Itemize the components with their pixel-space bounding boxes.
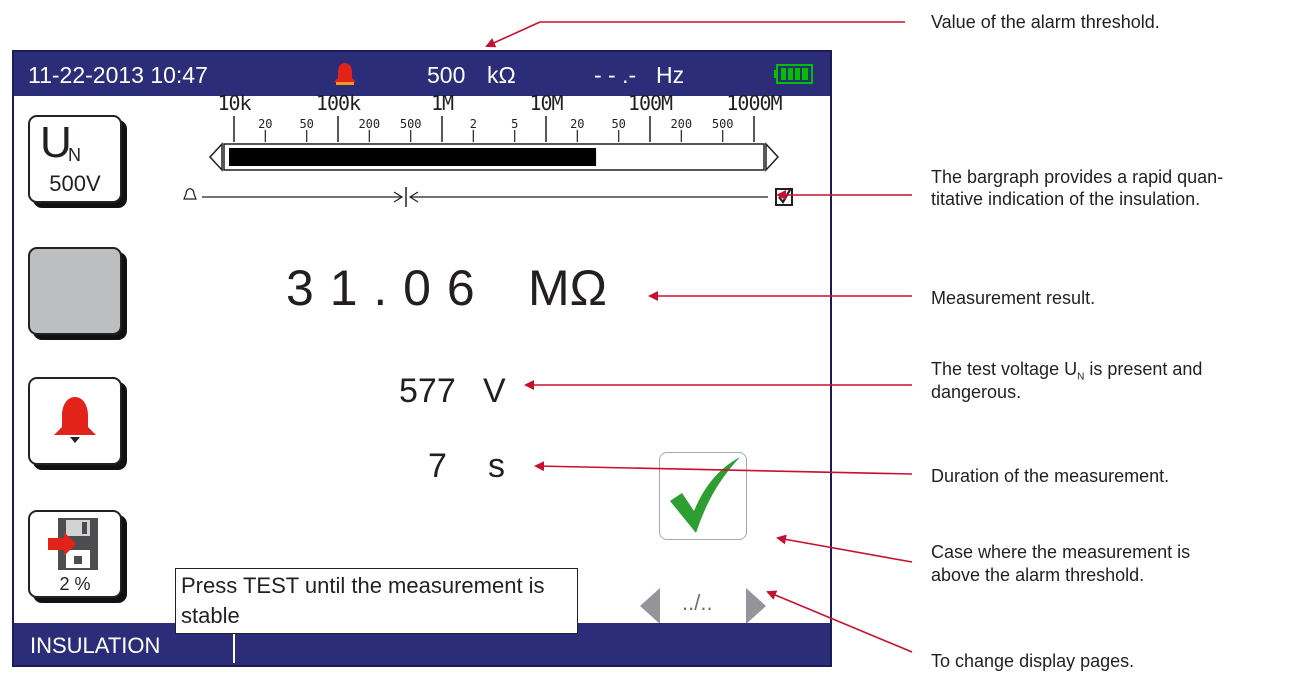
annotation-test-voltage-text-b: is present and [1084, 359, 1203, 379]
annotation-measurement-result: Measurement result. [931, 288, 1096, 308]
annotation-test-voltage-text-a: The test voltage U [931, 359, 1078, 379]
annotation-bargraph-line2: titative indication of the insulation. [931, 189, 1201, 209]
annotation-above-threshold-line1: Case where the measurement is [931, 542, 1191, 562]
annotation-change-pages: To change display pages. [931, 651, 1135, 671]
annotation-above-threshold-line2: above the alarm threshold. [931, 565, 1145, 585]
annotation-bargraph-line1: The bargraph provides a rapid quan- [931, 167, 1224, 187]
annotation-duration: Duration of the measurement. [931, 466, 1170, 486]
annotation-test-voltage-line2: dangerous. [931, 382, 1022, 402]
annotation-alarm-threshold: Value of the alarm threshold. [931, 12, 1160, 32]
